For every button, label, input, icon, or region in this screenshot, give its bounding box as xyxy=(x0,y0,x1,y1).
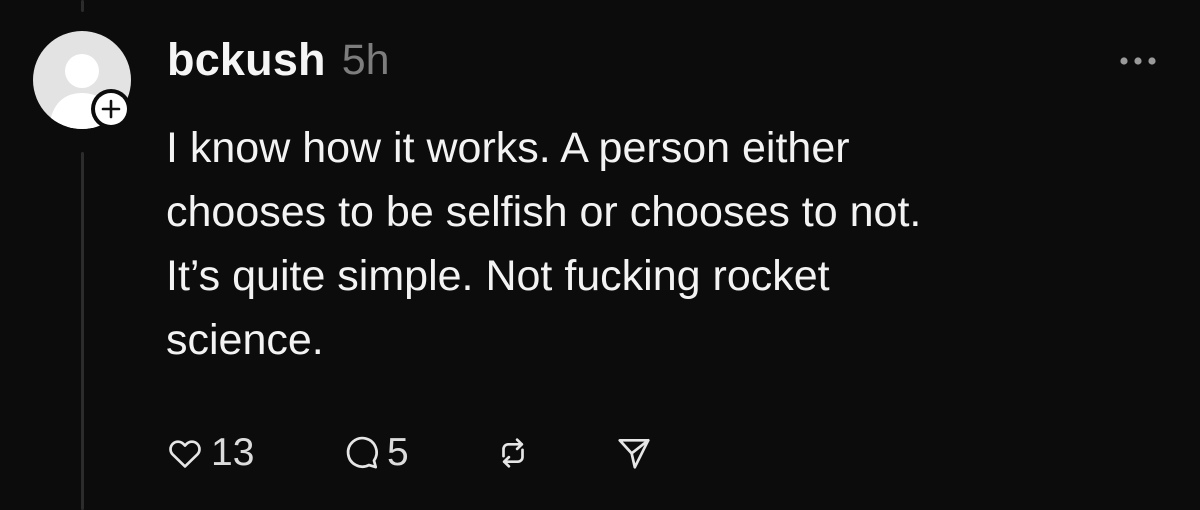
like-count: 13 xyxy=(211,431,255,474)
follow-button[interactable] xyxy=(91,89,131,129)
thread-line xyxy=(81,152,84,510)
post-text-line: It’s quite simple. Not fucking rocket xyxy=(166,252,830,300)
more-horizontal-icon xyxy=(1120,57,1156,65)
post-text-line: science. xyxy=(166,316,324,364)
plus-icon xyxy=(101,99,121,119)
post-text-line: I know how it works. A person either xyxy=(166,124,850,172)
like-button[interactable]: 13 xyxy=(165,431,341,475)
share-button[interactable] xyxy=(615,434,653,472)
post-text-line: chooses to be selfish or chooses to not. xyxy=(166,188,922,236)
send-icon xyxy=(618,438,650,469)
more-options-button[interactable] xyxy=(1112,46,1164,76)
thread-line-top xyxy=(81,0,84,12)
repost-button[interactable] xyxy=(494,434,615,472)
repost-icon xyxy=(502,438,524,468)
username[interactable]: bckush xyxy=(167,34,326,86)
action-bar: 13 5 xyxy=(165,425,653,481)
post-text: I know how it works. A person either cho… xyxy=(166,116,1166,372)
reply-button[interactable]: 5 xyxy=(341,431,494,475)
post-header: bckush 5h xyxy=(167,30,390,90)
reply-count: 5 xyxy=(387,431,409,474)
heart-icon xyxy=(169,440,201,468)
comment-icon xyxy=(346,436,378,469)
avatar-container[interactable] xyxy=(33,31,131,129)
timestamp[interactable]: 5h xyxy=(342,36,390,85)
